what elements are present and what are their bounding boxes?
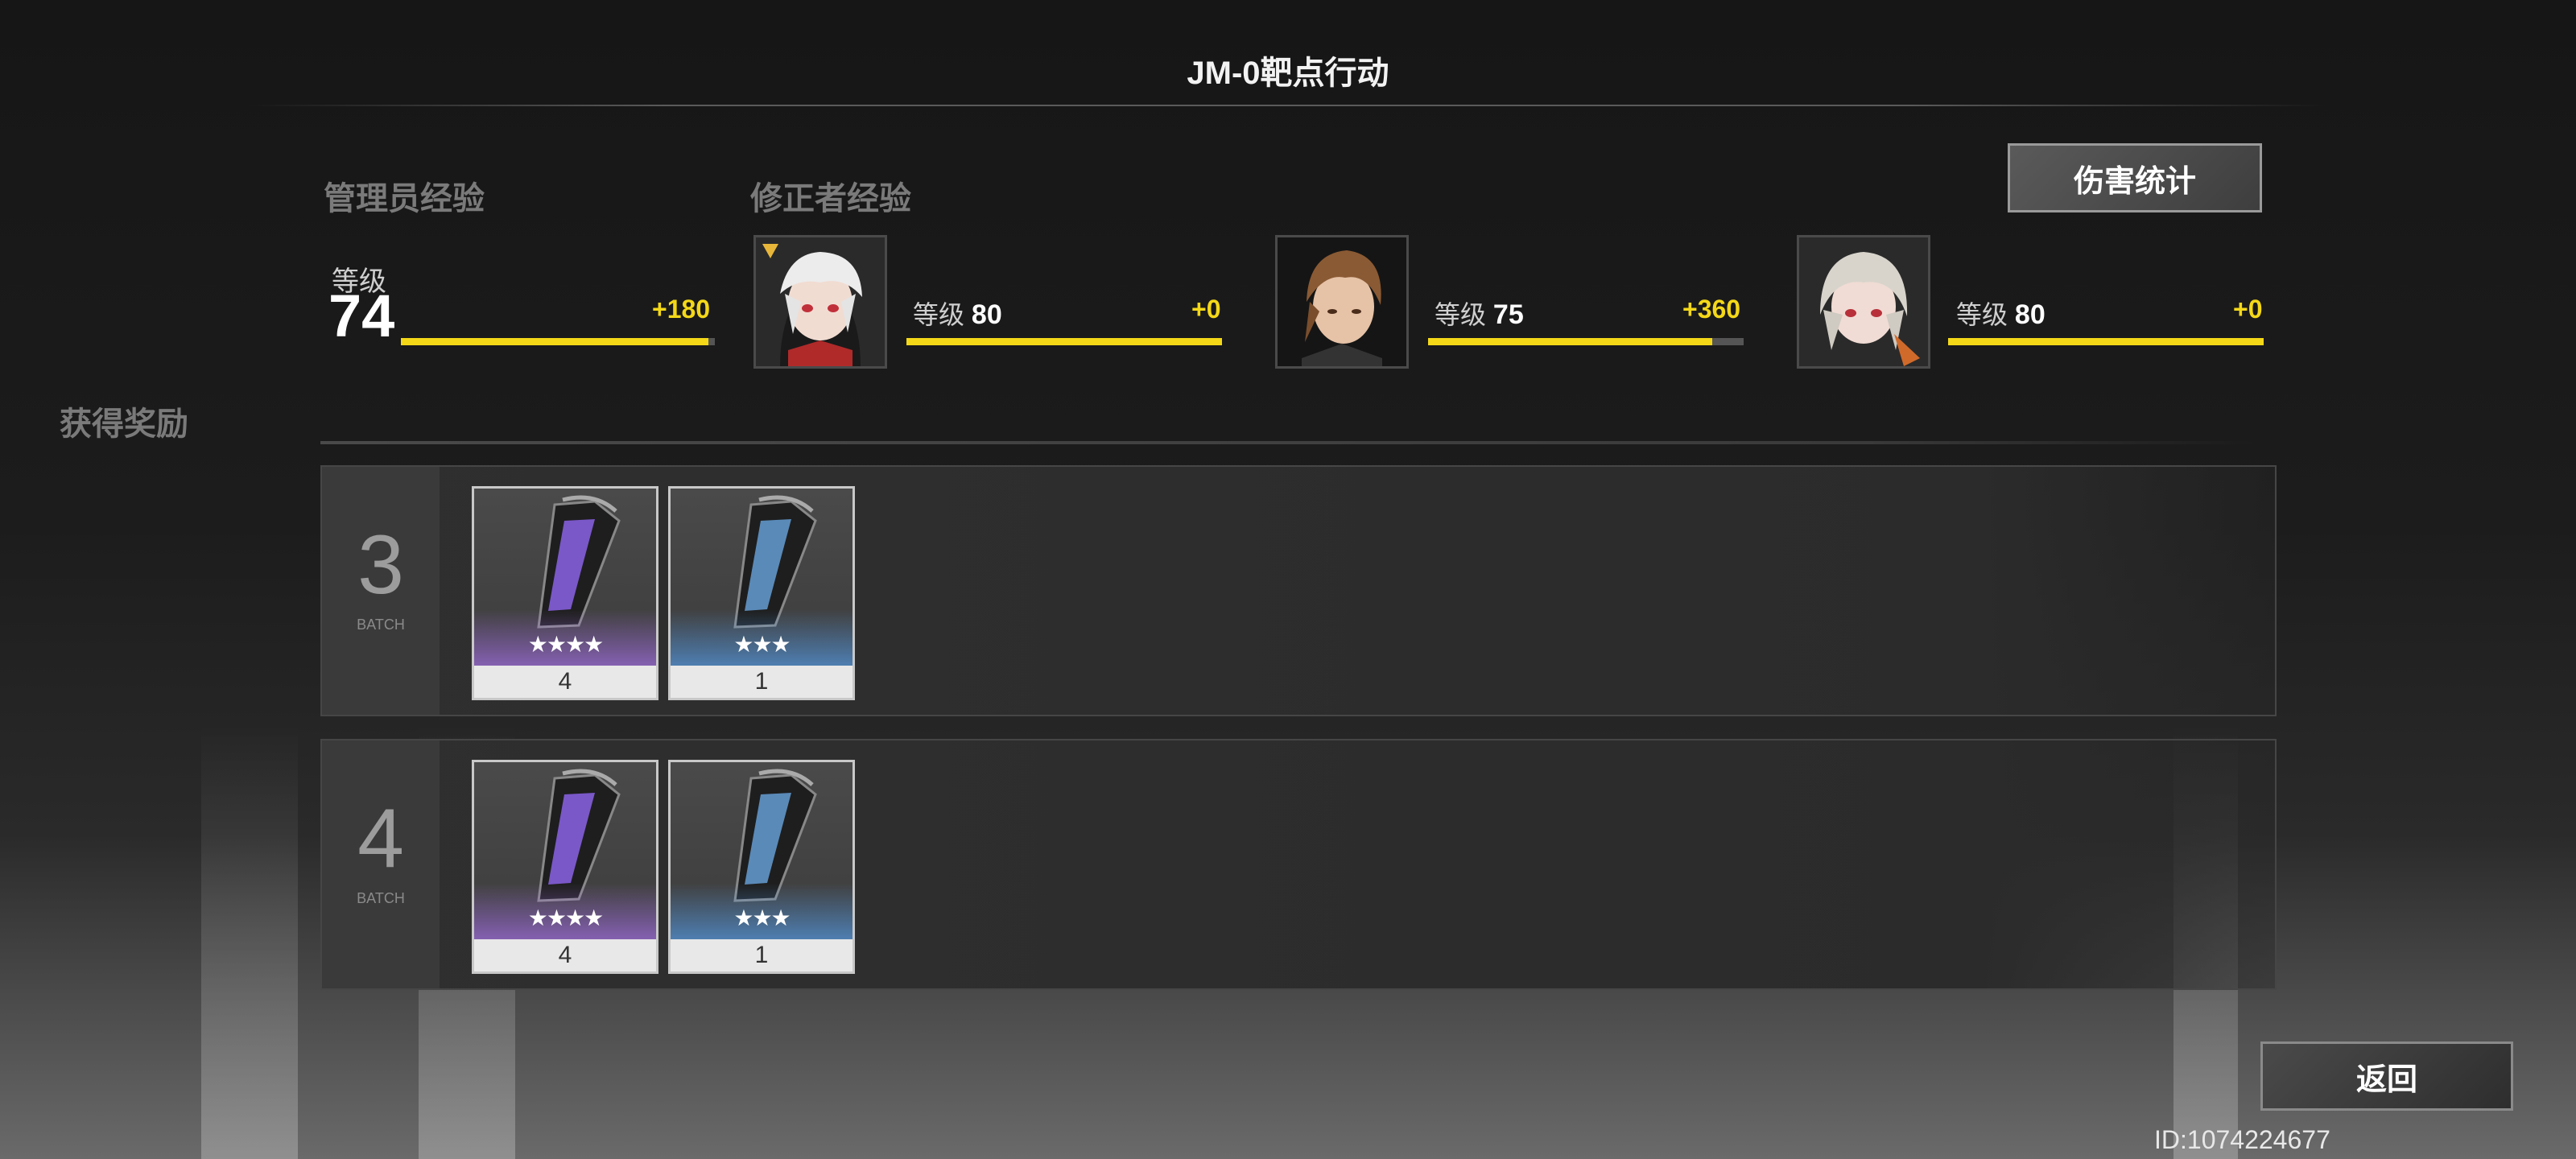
level-word: 等级 [1956,300,2008,329]
character-exp-bar [906,338,1222,345]
batch-panel: 4 BATCH ★★★★ 4 ★★★ 1 [320,739,2277,990]
character-portrait[interactable] [1797,235,1930,369]
character-exp-bar-fill [906,338,1222,345]
level-word: 等级 [913,300,965,329]
admin-exp-bar-fill [401,338,709,345]
modifier-exp-label: 修正者经验 [750,181,911,217]
batch-number: 3 [357,518,404,612]
character-exp-bar [1428,338,1744,345]
batch-panel: 3 BATCH ★★★★ 4 ★★★ 1 [320,465,2277,716]
level-value: 80 [971,299,1002,330]
reward-item[interactable]: ★★★ 1 [668,486,855,700]
character-level: 等级 80 [1956,295,2046,332]
character-exp-bar-fill [1428,338,1712,345]
item-quantity: 1 [671,666,852,698]
section-divider [320,441,2252,444]
item-quantity: 4 [474,939,656,971]
user-id: ID:1074224677 [2154,1125,2330,1154]
rewards-label: 获得奖励 [60,406,188,442]
character-exp-gain: +360 [1682,295,1741,324]
character-portrait[interactable] [753,235,887,369]
rarity-stars: ★★★ [733,632,791,657]
batch-number-box: 3 BATCH [322,467,440,715]
character-level: 等级 80 [913,295,1002,332]
damage-stats-button[interactable]: 伤害统计 [2008,143,2262,212]
character-exp-gain: +0 [1191,295,1221,324]
stage-title: JM-0靶点行动 [1187,56,1389,91]
level-value: 75 [1492,299,1524,330]
title-divider [250,105,2326,106]
admin-exp-gain: +180 [652,295,711,324]
reward-item[interactable]: ★★★★ 4 [472,486,658,700]
character-exp-bar [1948,338,2264,345]
back-button[interactable]: 返回 [2260,1041,2513,1111]
admin-exp-label: 管理员经验 [324,181,485,217]
batch-word: BATCH [357,617,405,633]
character-exp-bar-fill [1948,338,2264,345]
batch-word: BATCH [357,890,405,906]
level-word: 等级 [1435,300,1487,329]
rarity-stars: ★★★ [733,905,791,930]
white-hair-character-icon [756,237,885,366]
brown-hair-character-icon [1278,237,1406,366]
level-value: 80 [2014,299,2046,330]
character-portrait[interactable] [1275,235,1409,369]
batch-number-box: 4 BATCH [322,740,440,988]
background-light [201,724,298,1159]
admin-level-value: 74 [328,283,395,349]
reward-item[interactable]: ★★★★ 4 [472,760,658,974]
reward-item[interactable]: ★★★ 1 [668,760,855,974]
item-quantity: 1 [671,939,852,971]
character-level: 等级 75 [1435,295,1524,332]
batch-number: 4 [357,792,404,885]
admin-exp-bar [401,338,715,345]
silver-hair-character-icon [1799,237,1928,366]
character-exp-gain: +0 [2233,295,2263,324]
item-quantity: 4 [474,666,656,698]
rarity-stars: ★★★★ [527,905,604,930]
rarity-stars: ★★★★ [527,632,604,657]
